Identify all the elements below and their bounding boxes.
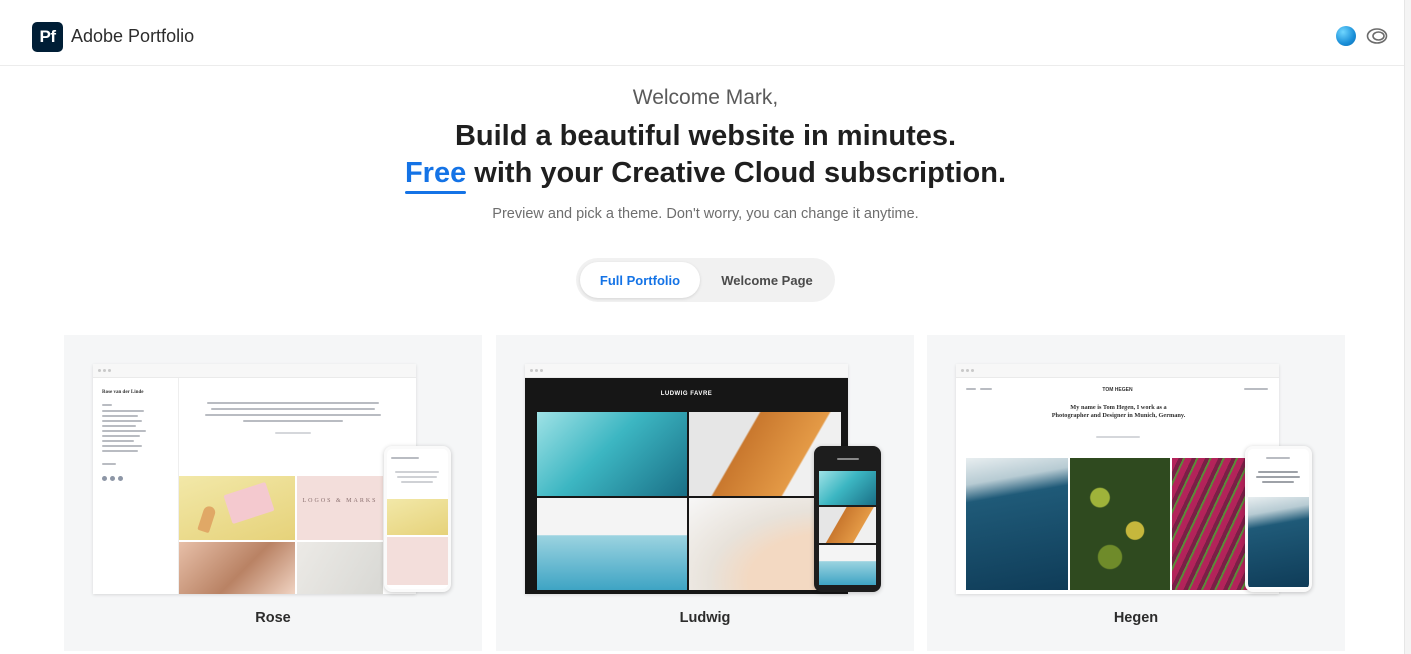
headline: Build a beautiful website in minutes. Fr… (0, 118, 1411, 194)
subline: Preview and pick a theme. Don't worry, y… (492, 206, 919, 222)
user-avatar[interactable] (1336, 26, 1356, 46)
preview-photo-corridor (537, 412, 687, 496)
theme-mobile-preview-hegen (1245, 446, 1312, 592)
free-highlight: Free (404, 155, 467, 194)
preview-tile-print (179, 542, 295, 594)
preview-tile-cards (297, 542, 383, 594)
theme-name-hegen: Hegen (1113, 610, 1159, 626)
top-bar: Pf Adobe Portfolio (0, 0, 1404, 66)
tab-full-portfolio[interactable]: Full Portfolio (580, 262, 700, 298)
theme-type-toggle: Full Portfolio Welcome Page (576, 258, 835, 302)
preview-tile-text: LOGOS & MARKS (302, 498, 378, 504)
theme-preview-hegen: TOM HEGEN My name is Tom Hegen, I work a… (956, 364, 1279, 594)
theme-name-rose: Rose (255, 610, 291, 626)
headline-line-2: Free with your Creative Cloud subscripti… (0, 155, 1411, 194)
theme-preview-ludwig: LUDWIG FAVRE (525, 364, 848, 594)
welcome-text: Welcome Mark, (632, 86, 779, 109)
theme-card-rose[interactable]: Rose van der Linde LOGOS & MARKS Rose (64, 335, 482, 651)
preview-tile-books (179, 476, 295, 540)
browser-bar (525, 364, 848, 378)
headline-line-1: Build a beautiful website in minutes. (454, 120, 957, 152)
portfolio-logo[interactable]: Pf (32, 22, 63, 52)
preview-intro: My name is Tom Hegen, I work as a Photog… (1051, 404, 1186, 419)
app-name[interactable]: Adobe Portfolio (71, 26, 194, 47)
theme-mobile-preview-ludwig (814, 446, 881, 592)
browser-bar (93, 364, 416, 378)
preview-site-title: TOM HEGEN (1102, 387, 1133, 393)
theme-card-ludwig[interactable]: LUDWIG FAVRE Ludwig (496, 335, 914, 651)
theme-card-hegen[interactable]: TOM HEGEN My name is Tom Hegen, I work a… (927, 335, 1345, 651)
preview-photo-trees (1070, 458, 1170, 590)
creative-cloud-icon[interactable] (1366, 27, 1388, 45)
browser-bar (956, 364, 1279, 378)
preview-photo-pool (537, 498, 687, 590)
preview-photo-coast (966, 458, 1068, 590)
headline-line-2-rest: with your Creative Cloud subscription. (466, 157, 1007, 189)
preview-site-title: Rose van der Linde (102, 390, 144, 395)
preview-site-title: LUDWIG FAVRE (660, 391, 713, 397)
theme-mobile-preview-rose (384, 446, 451, 592)
preview-sidebar: Rose van der Linde (93, 378, 179, 594)
theme-preview-rose: Rose van der Linde LOGOS & MARKS (93, 364, 416, 594)
theme-name-ludwig: Ludwig (679, 610, 731, 626)
tab-welcome-page[interactable]: Welcome Page (704, 262, 830, 298)
preview-tile-logos: LOGOS & MARKS (297, 476, 383, 540)
